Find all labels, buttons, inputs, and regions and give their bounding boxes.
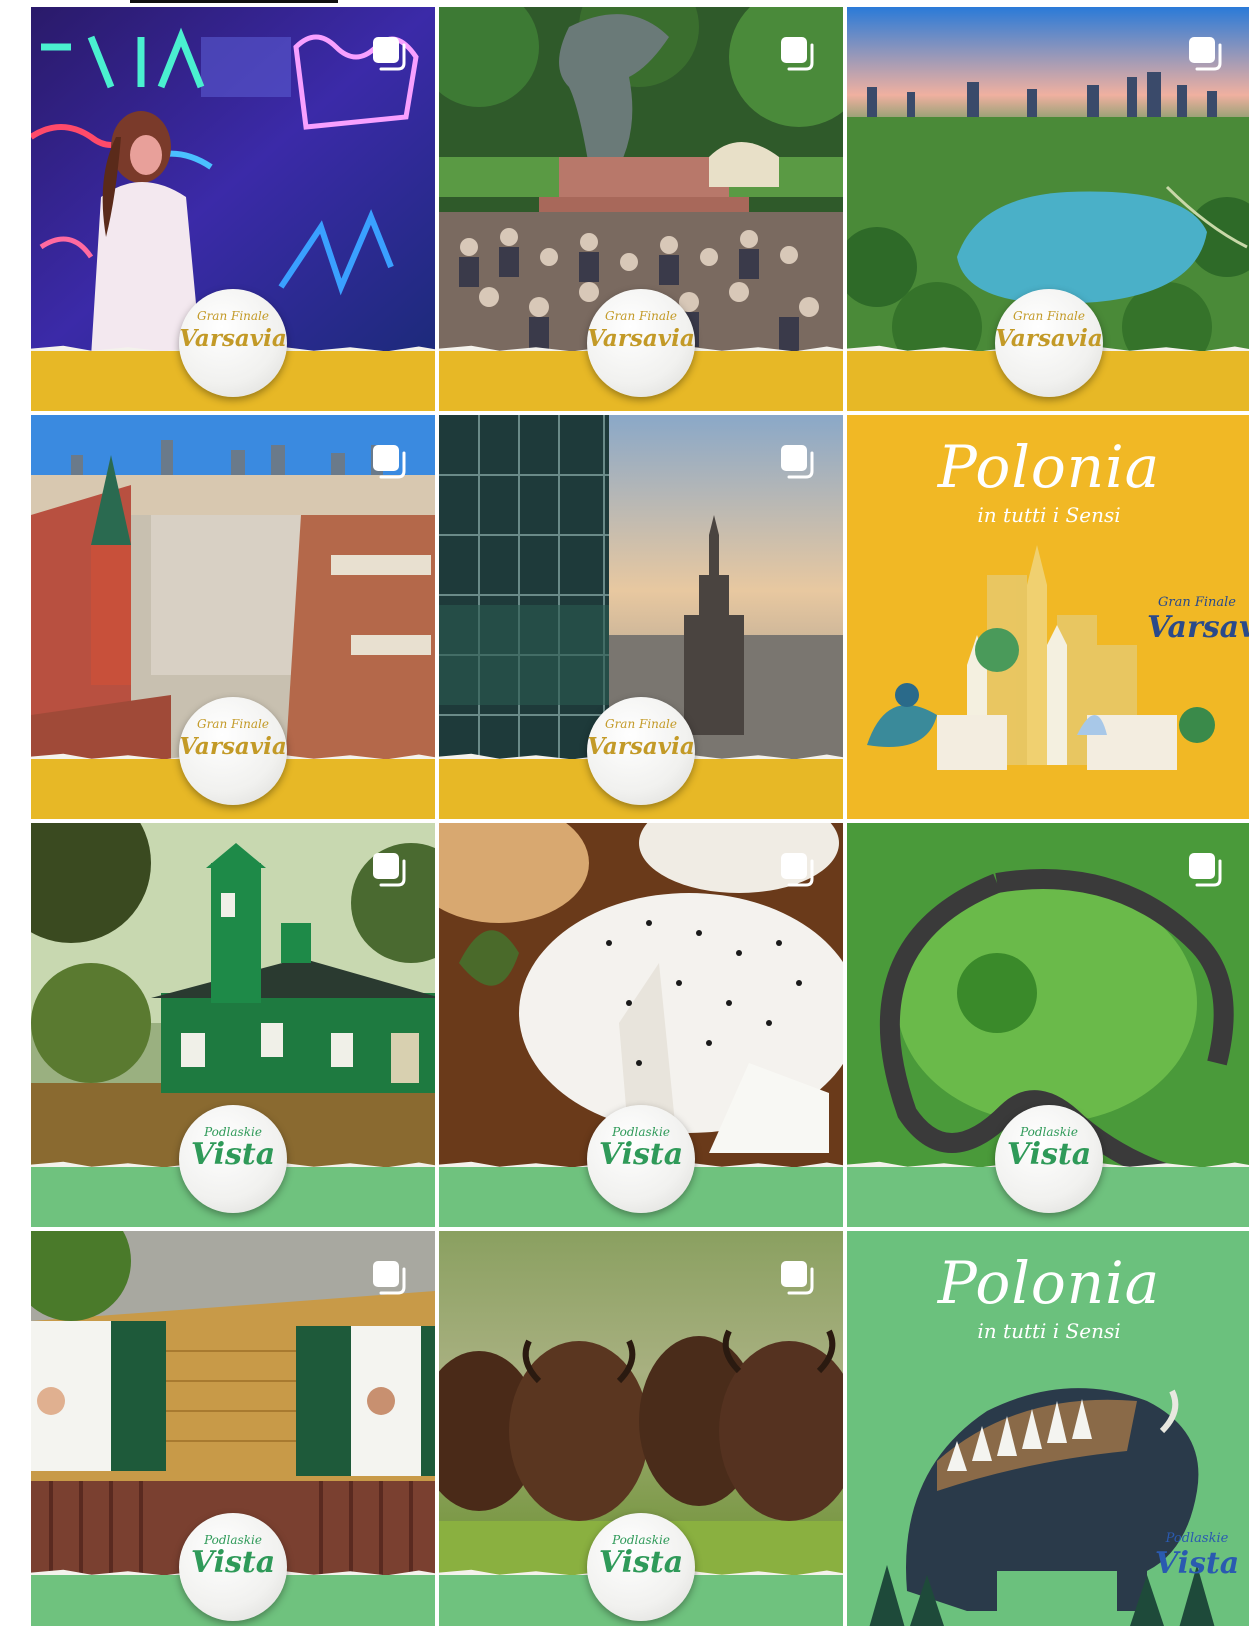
poster-brand-top: Podlaskie xyxy=(1165,1531,1229,1546)
poster-brand-main: Vista xyxy=(1154,1546,1240,1581)
post-tile[interactable]: Gran Finale Varsavia xyxy=(31,7,435,411)
poster-subtitle: in tutti i Sensi xyxy=(977,1319,1121,1343)
carousel-stack-icon xyxy=(781,1261,814,1295)
poster-brand-top: Gran Finale xyxy=(1157,595,1236,610)
carousel-stack-icon xyxy=(373,37,406,71)
seal-top-label: Gran Finale xyxy=(604,309,677,323)
post-tile[interactable]: Gran Finale Varsavia xyxy=(847,7,1249,411)
brand-seal: Gran Finale Varsavia xyxy=(995,289,1103,397)
active-tab-indicator xyxy=(130,0,338,3)
post-tile[interactable]: Polonia in tutti i Sensi Podlaskie Vista xyxy=(847,1231,1249,1626)
post-tile[interactable]: Podlaskie Vista xyxy=(439,1231,843,1626)
post-tile[interactable]: Podlaskie Vista xyxy=(31,1231,435,1626)
posts-grid: Gran Finale Varsavia Gran Finale Varsavi… xyxy=(31,7,1249,1626)
post-tile[interactable]: Podlaskie Vista xyxy=(847,823,1249,1227)
brand-seal: Gran Finale Varsavia xyxy=(179,697,287,805)
seal-main-label: Vista xyxy=(1006,1137,1092,1172)
seal-top-label: Gran Finale xyxy=(604,717,677,731)
carousel-stack-icon xyxy=(781,853,814,887)
carousel-stack-icon xyxy=(781,37,814,71)
seal-top-label: Gran Finale xyxy=(196,717,269,731)
carousel-stack-icon xyxy=(1189,853,1222,887)
brand-seal: Podlaskie Vista xyxy=(587,1105,695,1213)
seal-main-label: Varsavia xyxy=(179,733,287,760)
post-tile[interactable]: Polonia in tutti i Sensi Gran Finale Var… xyxy=(847,415,1249,819)
seal-top-label: Gran Finale xyxy=(1012,309,1085,323)
seal-main-label: Varsavia xyxy=(587,733,695,760)
seal-main-label: Varsavia xyxy=(587,325,695,352)
carousel-stack-icon xyxy=(373,853,406,887)
brand-seal: Podlaskie Vista xyxy=(995,1105,1103,1213)
seal-top-label: Gran Finale xyxy=(196,309,269,323)
seal-main-label: Varsavia xyxy=(995,325,1103,352)
profile-grid-page: Gran Finale Varsavia Gran Finale Varsavi… xyxy=(0,0,1249,1626)
poster-title: Polonia xyxy=(937,433,1161,501)
seal-main-label: Vista xyxy=(190,1137,276,1172)
post-tile[interactable]: Podlaskie Vista xyxy=(439,823,843,1227)
brand-seal: Gran Finale Varsavia xyxy=(587,289,695,397)
post-tile[interactable]: Podlaskie Vista xyxy=(31,823,435,1227)
seal-main-label: Varsavia xyxy=(179,325,287,352)
brand-seal: Podlaskie Vista xyxy=(179,1513,287,1621)
carousel-stack-icon xyxy=(373,445,406,479)
poster-brand-main: Varsavia xyxy=(1147,610,1249,645)
post-tile[interactable]: Gran Finale Varsavia xyxy=(439,415,843,819)
carousel-stack-icon xyxy=(373,1261,406,1295)
seal-main-label: Vista xyxy=(598,1545,684,1580)
carousel-stack-icon xyxy=(781,445,814,479)
brand-seal: Gran Finale Varsavia xyxy=(179,289,287,397)
poster-brand-mark: Gran Finale Varsavia xyxy=(1147,595,1249,645)
brand-seal: Gran Finale Varsavia xyxy=(587,697,695,805)
poster-brand-mark: Podlaskie Vista xyxy=(1147,1531,1247,1581)
seal-main-label: Vista xyxy=(190,1545,276,1580)
poster-title: Polonia xyxy=(937,1249,1161,1317)
carousel-stack-icon xyxy=(1189,37,1222,71)
brand-seal: Podlaskie Vista xyxy=(179,1105,287,1213)
brand-seal: Podlaskie Vista xyxy=(587,1513,695,1621)
poster-subtitle: in tutti i Sensi xyxy=(977,503,1121,527)
post-tile[interactable]: Gran Finale Varsavia xyxy=(439,7,843,411)
seal-main-label: Vista xyxy=(598,1137,684,1172)
post-tile[interactable]: Gran Finale Varsavia xyxy=(31,415,435,819)
